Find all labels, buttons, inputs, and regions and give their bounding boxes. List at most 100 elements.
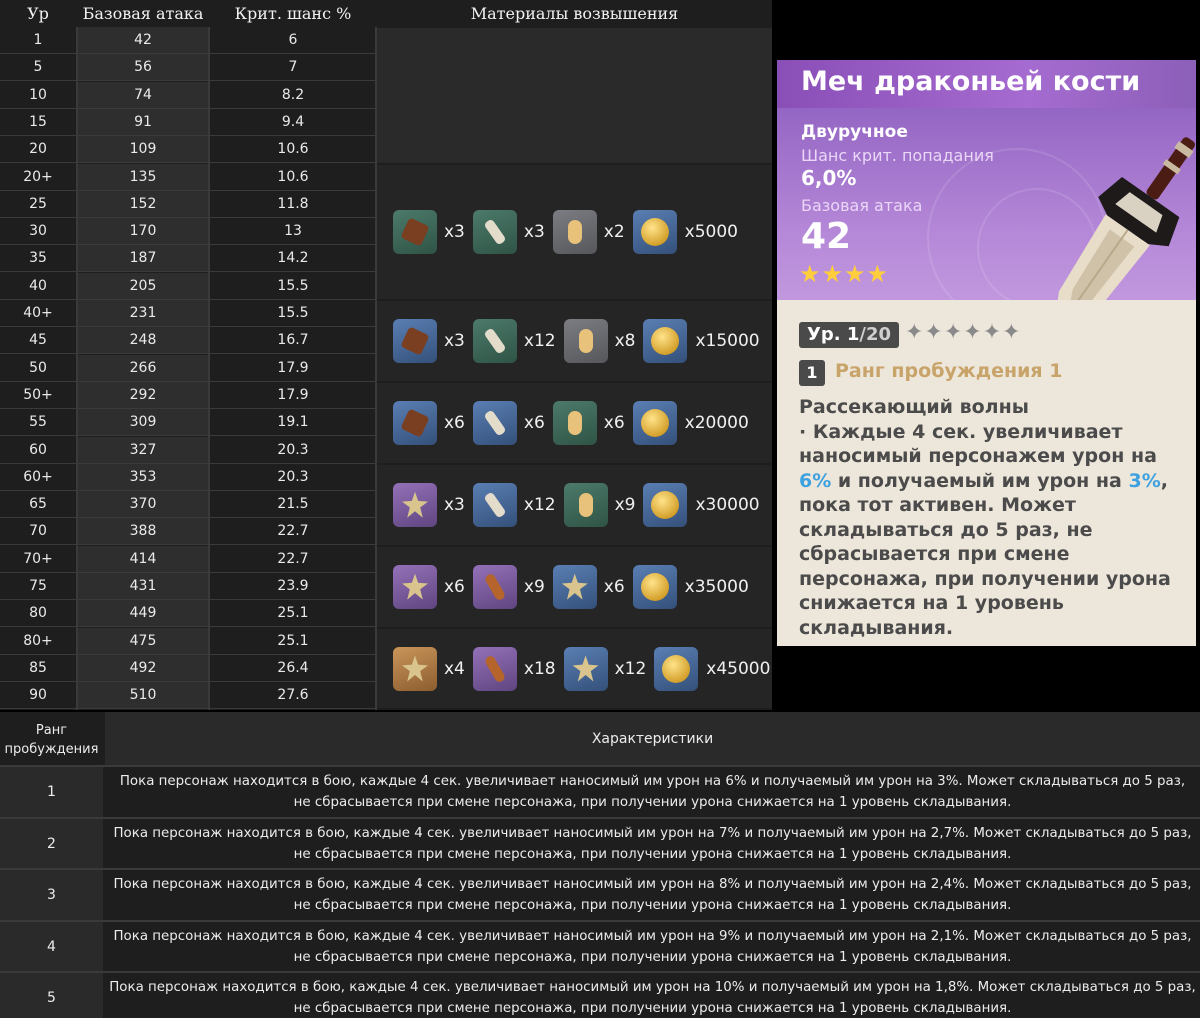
table-row: 40+ 231 15.5	[0, 300, 376, 327]
rank-cell: 1	[0, 767, 103, 817]
features-text: Пока персонаж находится в бою, каждые 4 …	[120, 771, 1185, 813]
crit-cell: 21.5	[277, 496, 309, 513]
table-row: 2 Пока персонаж находится в бою, каждые 4…	[0, 816, 1200, 869]
atk-cell: 327	[78, 436, 208, 463]
rank-cell: 4	[0, 921, 103, 972]
header-features: Характеристики	[105, 712, 1200, 767]
material-quantity: x3	[444, 221, 465, 242]
crit-cell: 9.4	[281, 113, 305, 130]
material-quantity: x20000	[684, 412, 749, 433]
refinement-table-header: Ранг пробуждения Характеристики	[0, 712, 1200, 767]
level-cell: 75	[29, 578, 47, 594]
level-cell: 20+	[23, 168, 53, 185]
icon-glyph	[483, 572, 507, 602]
header-rank: Ранг пробуждения	[4, 722, 99, 757]
material-quantity: x45000	[706, 658, 771, 679]
passive-description: Рассекающий волны · Каждые 4 сек. увелич…	[799, 395, 1184, 640]
table-row: 1 Пока персонаж находится в бою, каждые 4…	[0, 767, 1200, 817]
star-relic-icon	[393, 564, 437, 609]
row-divider	[0, 971, 1200, 973]
materials-group: x6 x6 x6 x20000	[377, 382, 772, 463]
material-quantity: x3	[444, 330, 465, 351]
atk-cell: 266	[78, 354, 208, 381]
features-text: Пока персонаж находится в бою, каждые 4 …	[113, 823, 1191, 865]
table-row: 50 266 17.9	[0, 354, 376, 382]
materials-group: x4 x18 x12 x45000	[377, 628, 772, 709]
icon-glyph	[640, 572, 669, 601]
materials-group: x6 x9 x6 x35000	[377, 546, 772, 627]
table-row: 10 74 8.2	[0, 81, 376, 109]
rank-cell: 3	[0, 870, 103, 920]
icon-glyph	[483, 218, 507, 246]
crit-cell: 20.3	[277, 468, 309, 485]
club-icon	[472, 646, 517, 691]
passive-highlight: 3%	[1128, 469, 1161, 492]
weapon-title: Меч драконьей кости	[801, 66, 1141, 97]
material-quantity: x12	[523, 494, 556, 515]
atk-cell: 492	[78, 654, 208, 681]
level-cell: 60+	[23, 468, 53, 485]
features-text: Пока персонаж находится в бою, каждые 4 …	[113, 874, 1191, 916]
features-line: Пока персонаж находится в бою, каждые 4 …	[119, 774, 1186, 789]
features-text: Пока персонаж находится в бою, каждые 4 …	[113, 926, 1191, 968]
atk-cell: 205	[78, 272, 208, 299]
material-quantity: x12	[614, 658, 647, 679]
atk-value: 42	[801, 216, 852, 257]
atk-cell: 187	[78, 245, 208, 272]
crit-cell: 22.7	[277, 550, 309, 567]
level-cell: 30	[29, 223, 47, 240]
crit-cell: 6	[288, 32, 298, 48]
materials-empty-cell	[377, 28, 772, 163]
level-cell: 25	[29, 195, 47, 212]
material-quantity: x30000	[695, 494, 760, 515]
table-row: 3 Пока персонаж находится в бою, каждые 4…	[0, 868, 1200, 920]
materials-list: x4 x18 x12 x45000	[377, 646, 772, 691]
material-quantity: x6	[603, 576, 625, 597]
icon-glyph	[483, 327, 507, 355]
materials-list: x6 x6 x6 x20000	[377, 400, 772, 445]
level-cell: 60	[29, 441, 47, 458]
atk-label: Базовая атака	[801, 196, 923, 215]
bone-club-icon	[472, 482, 517, 527]
header-level: Ур	[27, 4, 49, 23]
table-row: 80 449 25.1	[0, 600, 376, 628]
refinement-table: Ранг пробуждения Характеристики 1 Пока пе…	[0, 712, 1200, 1018]
header-base-atk: Базовая атака	[82, 4, 204, 23]
materials-list: x6 x9 x6 x35000	[377, 564, 772, 609]
icon-glyph	[651, 490, 680, 519]
icon-glyph	[578, 328, 593, 353]
icon-glyph	[483, 409, 507, 437]
bottle-icon	[563, 482, 608, 527]
atk-cell: 56	[78, 54, 208, 81]
level-cell: 40	[29, 277, 47, 294]
atk-cell: 449	[78, 600, 208, 627]
table-row: 25 152 11.8	[0, 190, 376, 218]
material-quantity: x4	[444, 658, 465, 679]
mora-coin-icon	[632, 400, 677, 445]
material-quantity: x6	[444, 412, 465, 433]
atk-cell: 42	[78, 27, 208, 53]
materials-list: x3 x3 x2 x5000	[377, 209, 772, 254]
level-cell: 40+	[23, 305, 53, 321]
icon-glyph	[640, 217, 669, 246]
features-cell: Пока персонаж находится в бою, каждые 4 …	[105, 819, 1200, 869]
atk-cell: 370	[78, 491, 208, 518]
vase-icon	[563, 646, 608, 691]
materials-group: x3 x12 x9 x30000	[377, 464, 772, 545]
crit-cell: 26.4	[277, 659, 309, 676]
atk-cell: 292	[78, 381, 208, 408]
crit-cell: 17.9	[277, 386, 309, 403]
features-line: не сбрасывается при смене персонажа, при…	[293, 1001, 1012, 1016]
level-max: /20	[859, 324, 892, 345]
table-row: 40 205 15.5	[0, 272, 376, 300]
mora-coin-icon	[632, 209, 677, 254]
level-cell: 55	[29, 414, 47, 431]
crit-cell: 25.1	[277, 632, 309, 649]
row-divider	[0, 868, 1200, 870]
icon-glyph	[400, 217, 430, 247]
crit-cell: 16.7	[277, 332, 309, 349]
icon-glyph	[578, 492, 593, 517]
level-cell: 5	[33, 59, 43, 76]
features-cell: Пока персонаж находится в бою, каждые 4 …	[105, 870, 1200, 920]
brown-relic-icon	[393, 400, 437, 445]
